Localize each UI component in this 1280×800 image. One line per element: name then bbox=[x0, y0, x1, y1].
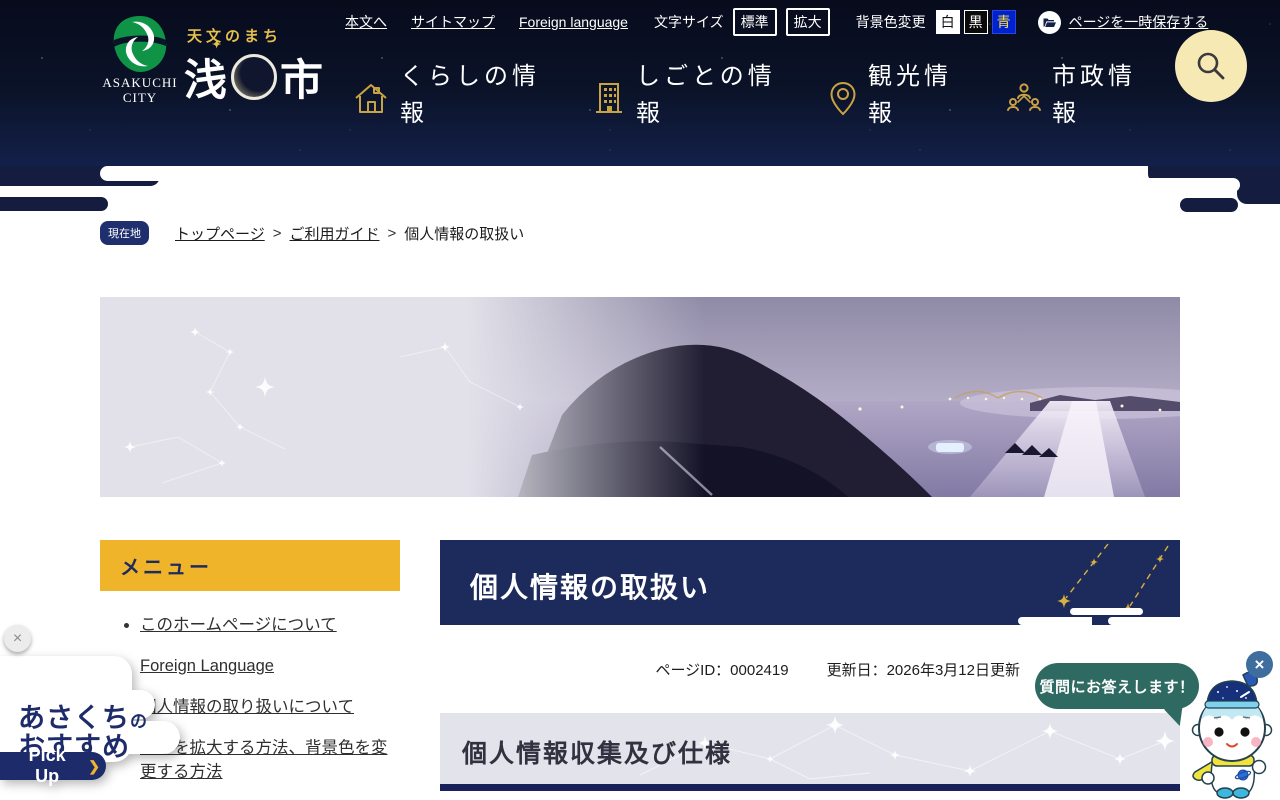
chevron-right-icon: ❯ bbox=[88, 757, 100, 774]
breadcrumb-separator: > bbox=[272, 224, 282, 242]
city-name-english: ASAKUCHI CITY bbox=[102, 75, 178, 105]
breadcrumb-separator: > bbox=[387, 224, 397, 242]
save-page-group: ページを一時保存する bbox=[1037, 10, 1209, 34]
building-icon bbox=[596, 83, 622, 113]
close-icon: × bbox=[12, 629, 23, 647]
search-button[interactable] bbox=[1175, 30, 1247, 102]
foreign-language-link[interactable]: Foreign language bbox=[519, 14, 628, 30]
cloud-decoration bbox=[0, 197, 108, 211]
nav-work-info[interactable]: しごとの情報 bbox=[592, 58, 782, 132]
updated-date: 更新日：2026年3月12日更新 bbox=[826, 662, 1020, 679]
cloud-decoration bbox=[1180, 198, 1238, 212]
close-icon: × bbox=[1254, 655, 1265, 674]
nav-tourism-info[interactable]: 観光情報 bbox=[828, 58, 960, 132]
cloud-decoration bbox=[1082, 178, 1240, 192]
font-size-label: 文字サイズ bbox=[653, 14, 724, 30]
nav-label: 市政情報 bbox=[1052, 63, 1136, 127]
pickup-cloud-panel: あさくちの おすすめ Pick Up ❯ bbox=[0, 656, 200, 796]
chatbot-speech-bubble[interactable]: 質問にお答えします！ bbox=[1035, 663, 1199, 709]
nav-label: 観光情報 bbox=[868, 63, 952, 127]
cloud-decoration bbox=[100, 166, 1148, 181]
section-heading-panel: 個人情報収集及び仕様 bbox=[440, 713, 1180, 791]
city-emblem-logo bbox=[113, 16, 167, 72]
pickup-popup: あさくちの おすすめ Pick Up ❯ × bbox=[0, 625, 200, 800]
chatbot-close-button[interactable]: × bbox=[1246, 651, 1273, 678]
search-icon bbox=[1197, 52, 1225, 80]
logo-text-first: 浅 bbox=[184, 57, 228, 105]
page-title-panel: 個人情報の取扱い bbox=[440, 540, 1180, 625]
breadcrumb-current: 個人情報の取扱い bbox=[404, 225, 525, 243]
nav-label: しごとの情報 bbox=[636, 63, 776, 127]
pickup-button[interactable]: Pick Up ❯ bbox=[0, 745, 106, 786]
save-page-link[interactable]: ページを一時保存する bbox=[1069, 12, 1209, 32]
breadcrumb-home-link[interactable]: トップページ bbox=[175, 223, 265, 244]
cloud-decoration bbox=[1018, 617, 1092, 625]
logo-sparkle-icon: ✦ bbox=[212, 39, 223, 51]
site-logo[interactable]: ✦ 浅 市 bbox=[184, 39, 324, 108]
site-header: ASAKUCHI CITY 天文のまち ✦ 浅 市 本文へ サイトマップ For… bbox=[0, 0, 1280, 166]
page-meta: ページID：0002419 更新日：2026年3月12日更新 bbox=[655, 659, 1020, 680]
logo-text-last: 市 bbox=[280, 57, 324, 105]
map-pin-icon bbox=[830, 81, 856, 116]
bg-black-button[interactable]: 黒 bbox=[963, 10, 988, 34]
utility-bar: 本文へ サイトマップ Foreign language 文字サイズ 標準 拡大 … bbox=[345, 8, 1208, 36]
font-size-large-button[interactable]: 拡大 bbox=[785, 8, 830, 36]
page-id: ページID：0002419 bbox=[655, 662, 789, 679]
breadcrumb: 現在地 トップページ > ご利用ガイド > 個人情報の取扱い bbox=[100, 221, 1180, 245]
current-location-badge: 現在地 bbox=[100, 221, 149, 245]
sitemap-link[interactable]: サイトマップ bbox=[411, 12, 495, 32]
cloud-shape bbox=[50, 660, 120, 688]
skip-to-content-link[interactable]: 本文へ bbox=[345, 12, 387, 32]
nav-government-info[interactable]: 市政情報 bbox=[1006, 58, 1144, 132]
house-icon bbox=[355, 84, 387, 113]
nav-living-info[interactable]: くらしの情報 bbox=[352, 58, 546, 132]
save-folder-icon bbox=[1037, 10, 1061, 34]
city-tagline: 天文のまち bbox=[187, 28, 283, 45]
nav-label: くらしの情報 bbox=[400, 63, 540, 127]
bg-blue-button[interactable]: 青 bbox=[991, 10, 1016, 34]
cloud-decoration bbox=[1237, 166, 1280, 204]
bg-color-label: 背景色変更 bbox=[855, 14, 926, 30]
hero-night-sea-photo bbox=[100, 297, 1180, 497]
section-heading: 個人情報収集及び仕様 bbox=[462, 740, 733, 768]
breadcrumb-guide-link[interactable]: ご利用ガイド bbox=[289, 223, 379, 244]
pickup-close-button[interactable]: × bbox=[4, 625, 31, 652]
cloud-decoration bbox=[1108, 617, 1180, 625]
bg-white-button[interactable]: 白 bbox=[935, 10, 960, 34]
cloud-decoration bbox=[1070, 608, 1143, 615]
people-icon bbox=[1007, 83, 1041, 111]
moon-icon bbox=[231, 54, 277, 100]
sidebar-menu-title: メニュー bbox=[100, 540, 400, 591]
font-size-standard-button[interactable]: 標準 bbox=[732, 8, 777, 36]
mascot-character[interactable] bbox=[1185, 670, 1280, 800]
